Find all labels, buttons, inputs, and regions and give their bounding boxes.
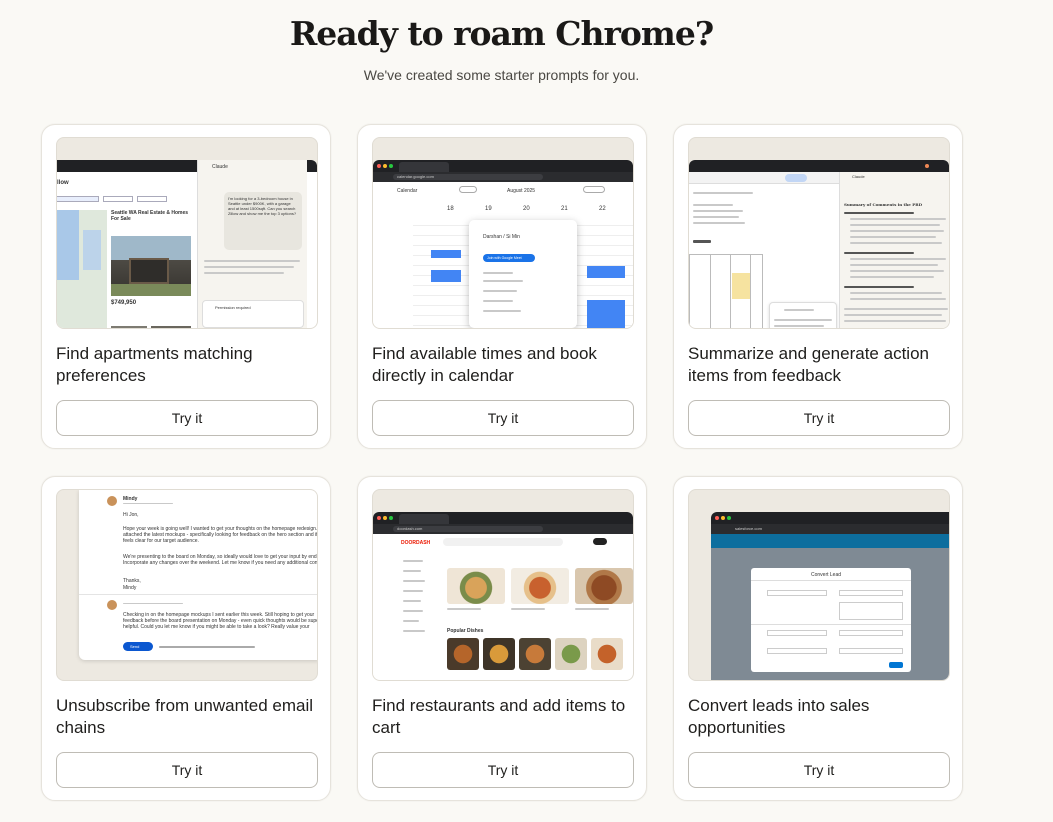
join-meet-button[interactable]: Join with Google Meet	[483, 254, 535, 262]
prompt-card-leads[interactable]: salesforce.com Convert Lead Convert lead…	[673, 476, 963, 801]
day-18: 18	[447, 206, 454, 212]
calendar-event[interactable]	[587, 266, 625, 278]
calendar-month: August 2025	[507, 188, 536, 194]
dish-tile[interactable]	[483, 638, 515, 670]
restaurant-tile[interactable]	[511, 568, 569, 604]
assistant-panel: Claude Summary of Comments in the PRD	[839, 172, 949, 328]
section-heading: Popular Dishes	[447, 628, 484, 634]
field[interactable]	[839, 630, 903, 636]
prompt-card-email[interactable]: Mindy Hi Jon, Hope your week is going we…	[41, 476, 331, 801]
email-body-2: We're presenting to the board on Monday,…	[123, 554, 318, 566]
try-it-button-email[interactable]: Try it	[56, 752, 318, 788]
restaurants-thumbnail: doordash.com DOORDASH Popular Dishes	[372, 489, 634, 681]
restaurant-tile[interactable]	[575, 568, 633, 604]
try-it-button-restaurants[interactable]: Try it	[372, 752, 634, 788]
card-title-calendar: Find available times and book directly i…	[372, 344, 597, 385]
sender-avatar	[107, 496, 117, 506]
calendar-thumbnail: calendar.google.com Calendar August 2025…	[372, 137, 634, 329]
reply-body[interactable]: Checking in on the homepage mockups I se…	[123, 612, 317, 630]
dish-tile[interactable]	[519, 638, 551, 670]
apartments-thumbnail: llow Seattle WA Real Estate & Homes For …	[56, 137, 318, 329]
prompt-card-calendar[interactable]: calendar.google.com Calendar August 2025…	[357, 124, 647, 449]
dialog-title: Convert Lead	[811, 572, 842, 578]
dish-tile[interactable]	[555, 638, 587, 670]
page-title: Ready to roam Chrome?	[289, 14, 714, 53]
field[interactable]	[767, 590, 827, 596]
prompt-card-feedback[interactable]: Claude Summary of Comments in the PRD Su…	[673, 124, 963, 449]
calendar-event[interactable]	[431, 270, 461, 282]
sender-name: Mindy	[123, 496, 138, 502]
card-title-feedback: Summarize and generate action items from…	[688, 344, 929, 385]
feedback-thumbnail: Claude Summary of Comments in the PRD	[688, 137, 950, 329]
day-21: 21	[561, 206, 568, 212]
field[interactable]	[767, 648, 827, 654]
leads-thumbnail: salesforce.com Convert Lead	[688, 489, 950, 681]
share-button[interactable]	[785, 174, 807, 182]
restaurant-tile[interactable]	[447, 568, 505, 604]
try-it-button-feedback[interactable]: Try it	[688, 400, 950, 436]
try-it-button-calendar[interactable]: Try it	[372, 400, 634, 436]
email-greeting: Hi Jon,	[123, 512, 139, 518]
day-20: 20	[523, 206, 530, 212]
day-19: 19	[485, 206, 492, 212]
convert-lead-dialog: Convert Lead	[751, 568, 911, 672]
prompt-card-restaurants[interactable]: doordash.com DOORDASH Popular Dishes Fin…	[357, 476, 647, 801]
reply-avatar	[107, 600, 117, 610]
search-bar[interactable]	[443, 538, 563, 546]
calendar-event[interactable]	[587, 300, 625, 328]
try-it-button-leads[interactable]: Try it	[688, 752, 950, 788]
email-thumbnail: Mindy Hi Jon, Hope your week is going we…	[56, 489, 318, 681]
calendar-app-name: Calendar	[397, 188, 418, 194]
user-message-bubble: I'm looking for a 3-bedroom house in Sea…	[224, 192, 302, 250]
comment-card	[769, 302, 837, 328]
brand-logo: DOORDASH	[401, 540, 431, 546]
card-title-email: Unsubscribe from unwanted email chains	[56, 696, 314, 737]
field[interactable]	[767, 630, 827, 636]
dish-tile[interactable]	[447, 638, 479, 670]
doc-table	[689, 254, 763, 328]
summary-heading: Summary of Comments in the PRD	[844, 202, 923, 207]
card-title-restaurants: Find restaurants and add items to cart	[372, 696, 626, 737]
event-popup: Darshan / Si Min Join with Google Meet	[469, 220, 577, 328]
card-title-apartments: Find apartments matching preferences	[56, 344, 253, 385]
listing-photo[interactable]	[111, 236, 191, 296]
event-title: Darshan / Si Min	[483, 234, 520, 240]
day-22: 22	[599, 206, 606, 212]
page-subtitle: We've created some starter prompts for y…	[363, 67, 640, 83]
assistant-panel: Claude I'm looking for a 3-bedroom house…	[197, 160, 307, 328]
convert-button[interactable]	[889, 662, 903, 668]
field[interactable]	[839, 648, 903, 654]
listing-price: $749,950	[111, 300, 137, 306]
email-signoff: Thanks,	[123, 578, 141, 584]
prompt-card-apartments[interactable]: llow Seattle WA Real Estate & Homes For …	[41, 124, 331, 449]
try-it-button-apartments[interactable]: Try it	[56, 400, 318, 436]
dish-tile[interactable]	[591, 638, 623, 670]
map-panel[interactable]	[57, 210, 107, 328]
email-body: Hope your week is going well! I wanted t…	[123, 526, 318, 544]
email-signname: Mindy	[123, 585, 137, 591]
send-button[interactable]: Send	[123, 642, 153, 651]
field[interactable]	[839, 590, 903, 596]
calendar-event[interactable]	[431, 250, 461, 258]
assistant-panel-title: Claude	[212, 164, 228, 170]
card-title-leads: Convert leads into sales opportunities	[688, 696, 870, 737]
permission-label: Permission required	[215, 305, 251, 310]
listing-title: Seattle WA Real Estate & Homes For Sale	[111, 210, 189, 222]
